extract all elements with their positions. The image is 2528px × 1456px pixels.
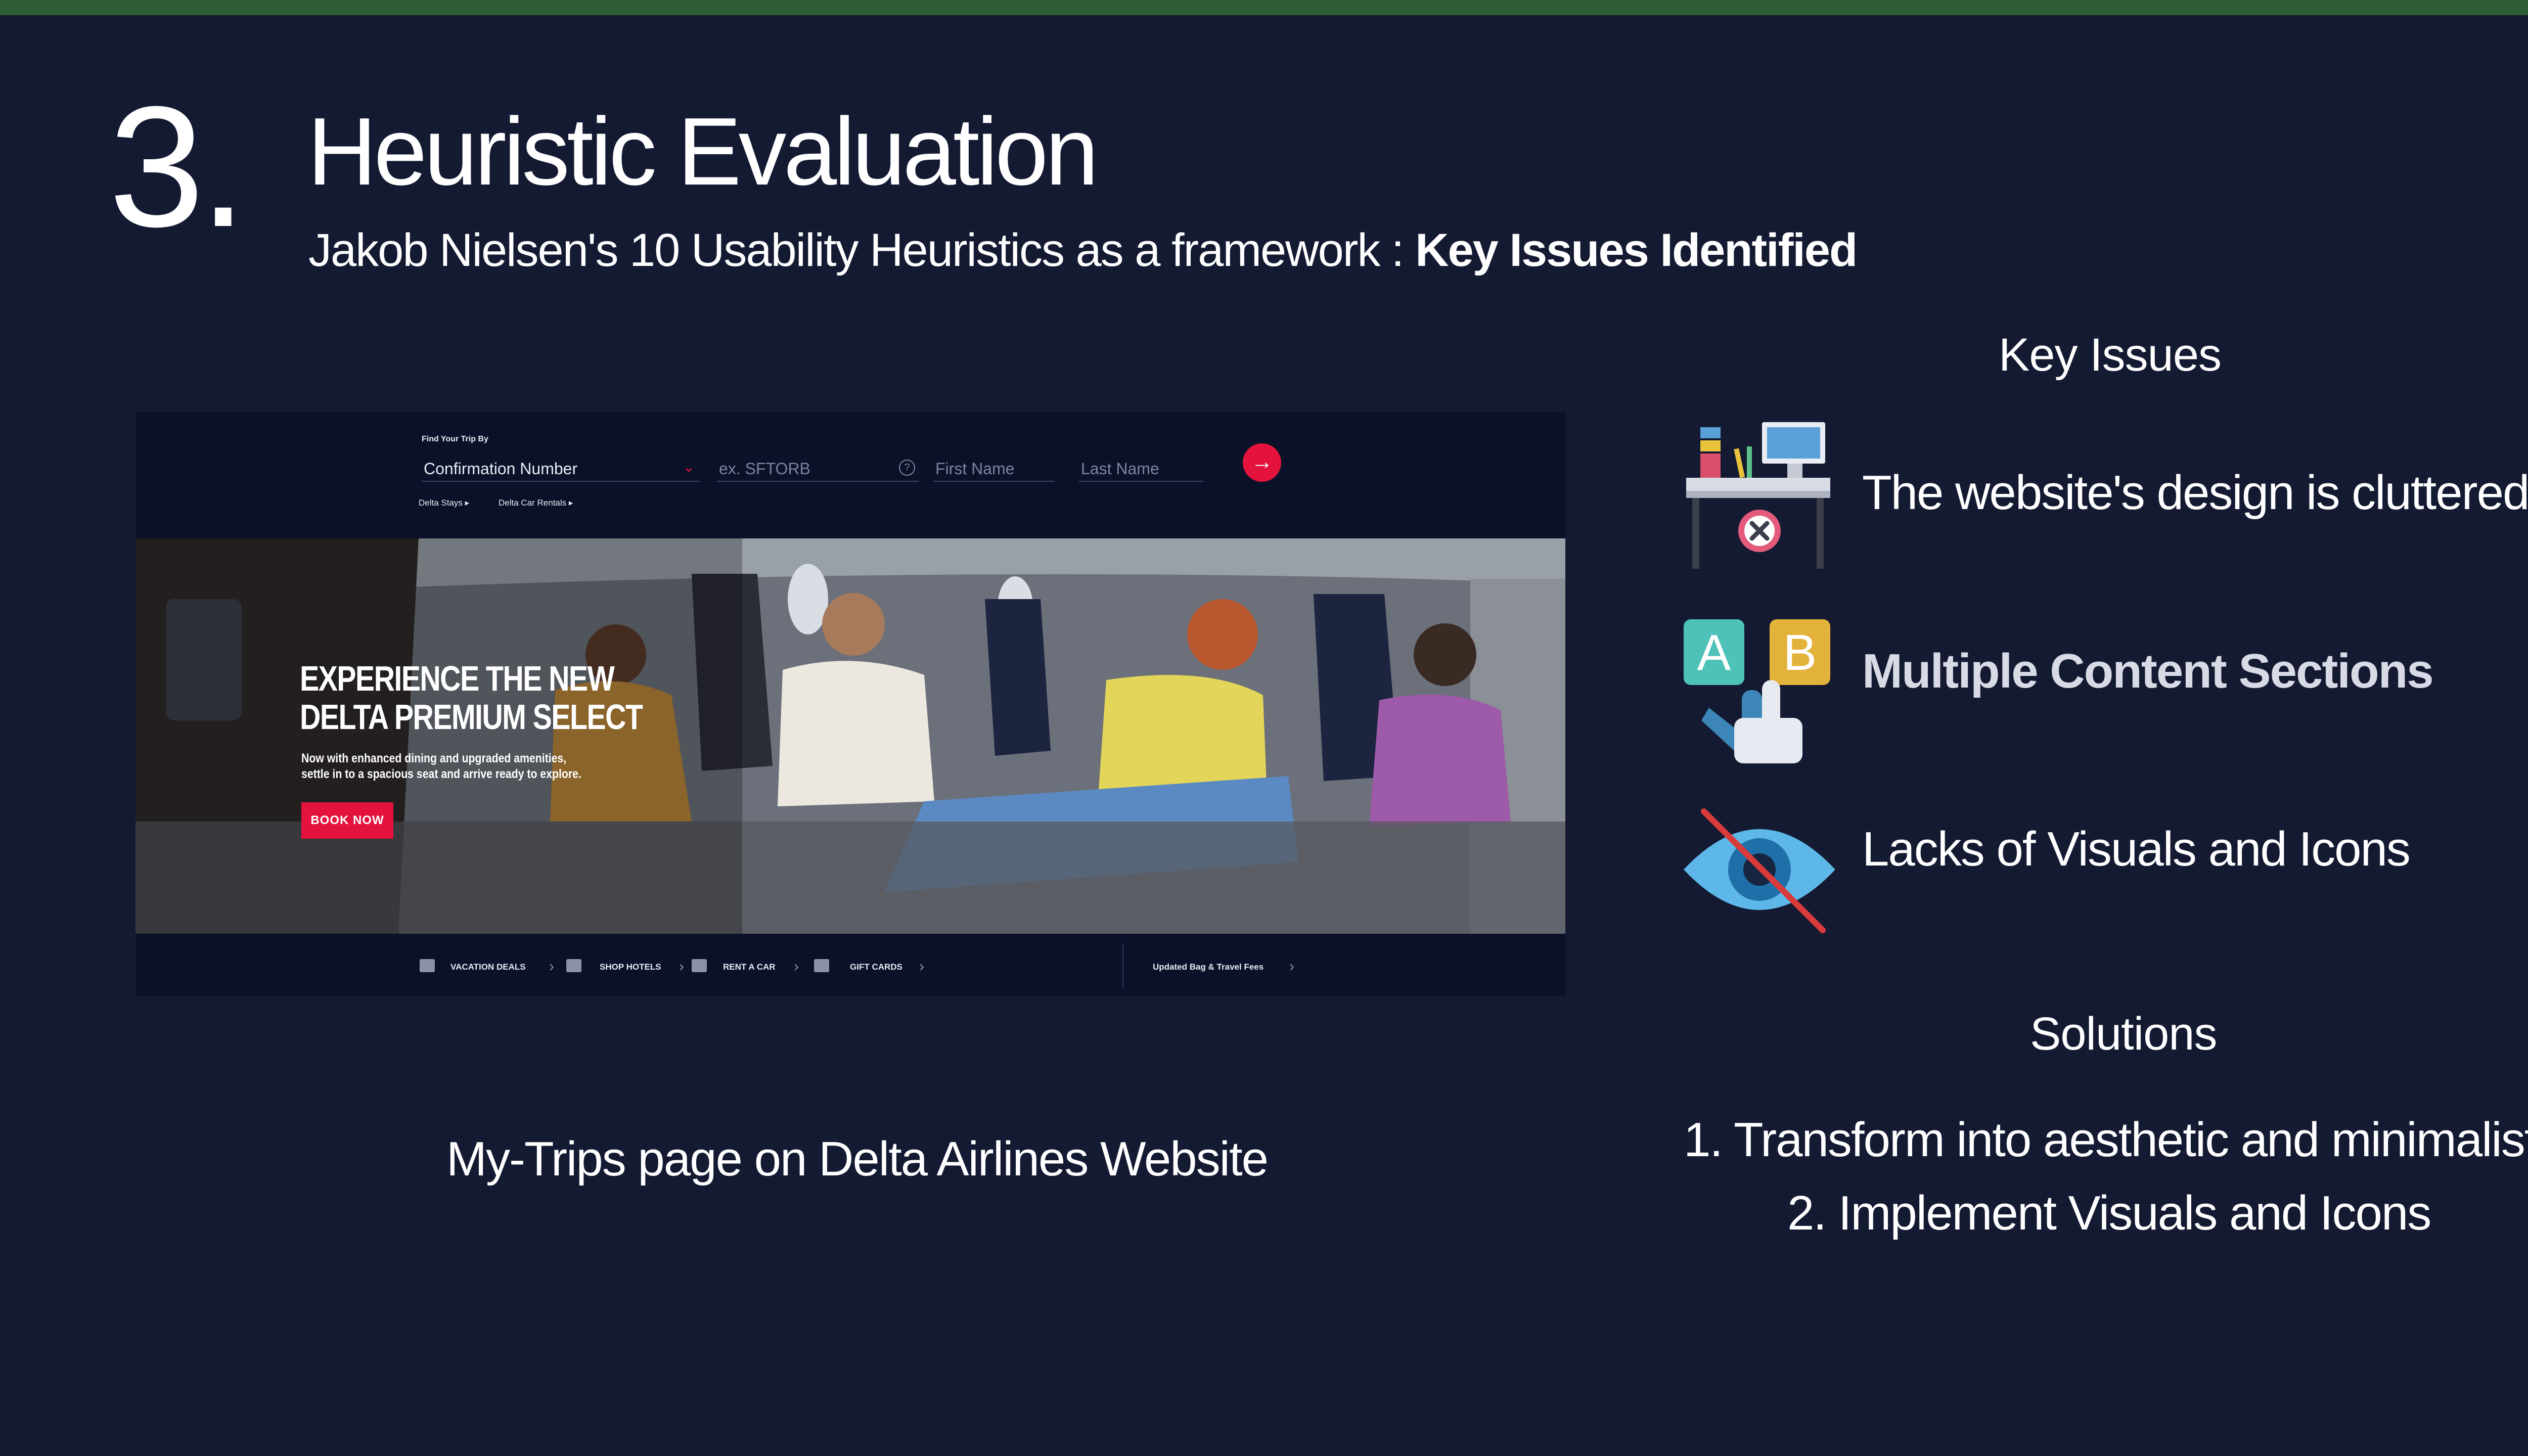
section-number: 3.	[109, 71, 247, 263]
confirmation-code-placeholder: ex. SFTORB	[719, 460, 810, 478]
nav-divider	[1122, 943, 1123, 988]
solution-item: 2. Implement Visuals and Icons	[1787, 1186, 2431, 1240]
car-icon	[692, 959, 707, 972]
slide-title: Heuristic Evaluation	[307, 98, 1099, 205]
hero-headline-line-2: DELTA PREMIUM SELECT	[300, 697, 643, 737]
key-issues-heading: Key Issues	[1999, 329, 2222, 381]
slide-subtitle: Jakob Nielsen's 10 Usability Heuristics …	[308, 224, 1858, 276]
vacation-deals-link[interactable]: VACATION DEALS	[450, 962, 526, 972]
delta-website-screenshot: Find Your Trip By Confirmation Number ⌄ …	[136, 412, 1565, 996]
rent-a-car-link[interactable]: RENT A CAR	[723, 962, 776, 972]
find-trip-label: Find Your Trip By	[422, 435, 488, 443]
confirmation-number-value: Confirmation Number	[424, 460, 578, 478]
solution-item: 1. Transform into aesthetic and minimali…	[1684, 1113, 2528, 1167]
hero-body-text: Now with enhanced dining and upgraded am…	[301, 751, 628, 783]
chevron-right-icon: ›	[1289, 958, 1294, 975]
delta-car-rentals-link[interactable]: Delta Car Rentals ▸	[499, 498, 573, 508]
ab-choice-icon: A B	[1684, 619, 1830, 763]
confirmation-code-input[interactable]: ex. SFTORB ?	[717, 452, 919, 482]
info-icon[interactable]: ?	[899, 460, 915, 476]
screenshot-caption: My-Trips page on Delta Airlines Website	[446, 1132, 1269, 1186]
chevron-right-icon: ›	[919, 958, 924, 975]
first-name-input[interactable]: First Name	[933, 452, 1055, 482]
confirmation-number-select[interactable]: Confirmation Number ⌄	[422, 452, 700, 482]
hero-headline-line-1: EXPERIENCE THE NEW	[300, 659, 615, 698]
bottom-quick-links: VACATION DEALS › SHOP HOTELS › RENT A CA…	[136, 934, 1565, 996]
subtitle-text: Jakob Nielsen's 10 Usability Heuristics …	[308, 224, 1416, 276]
vacation-icon	[420, 959, 435, 972]
hero-headline: EXPERIENCE THE NEW DELTA PREMIUM SELECT	[300, 659, 643, 737]
first-name-placeholder: First Name	[935, 460, 1015, 478]
gift-card-icon	[814, 959, 829, 972]
subtitle-emphasis: Key Issues Identified	[1415, 224, 1858, 276]
arrow-right-icon: →	[1251, 449, 1273, 474]
chevron-right-icon: ›	[679, 958, 684, 975]
hero-banner: EXPERIENCE THE NEW DELTA PREMIUM SELECT …	[136, 538, 1565, 934]
gift-cards-link[interactable]: GIFT CARDS	[850, 962, 902, 972]
shop-hotels-link[interactable]: SHOP HOTELS	[600, 962, 661, 972]
chevron-down-icon: ⌄	[683, 459, 695, 475]
hero-body-line-2: settle in to a spacious seat and arrive …	[301, 767, 581, 782]
last-name-input[interactable]: Last Name	[1079, 452, 1203, 482]
top-accent-bar	[0, 0, 2528, 15]
eye-crossed-icon	[1684, 808, 1835, 933]
issue-lacks-visuals: Lacks of Visuals and Icons	[1862, 822, 2411, 876]
hero-body-line-1: Now with enhanced dining and upgraded am…	[301, 751, 567, 765]
bag-travel-fees-link[interactable]: Updated Bag & Travel Fees	[1153, 962, 1263, 972]
issue-cluttered-design: The website's design is cluttered.	[1862, 466, 2528, 520]
solutions-heading: Solutions	[2030, 1008, 2217, 1060]
search-submit-button[interactable]: →	[1243, 443, 1281, 482]
chevron-right-icon: ›	[794, 958, 799, 975]
svg-text:A: A	[1697, 624, 1731, 681]
issue-multiple-sections: Multiple Content Sections	[1862, 644, 2434, 698]
last-name-placeholder: Last Name	[1081, 460, 1159, 478]
cluttered-desk-icon	[1686, 422, 1830, 569]
svg-text:B: B	[1783, 624, 1817, 681]
hotel-bed-icon	[566, 959, 581, 972]
delta-stays-link[interactable]: Delta Stays ▸	[419, 498, 469, 508]
book-now-button[interactable]: BOOK NOW	[301, 802, 393, 839]
chevron-right-icon: ›	[549, 958, 554, 975]
